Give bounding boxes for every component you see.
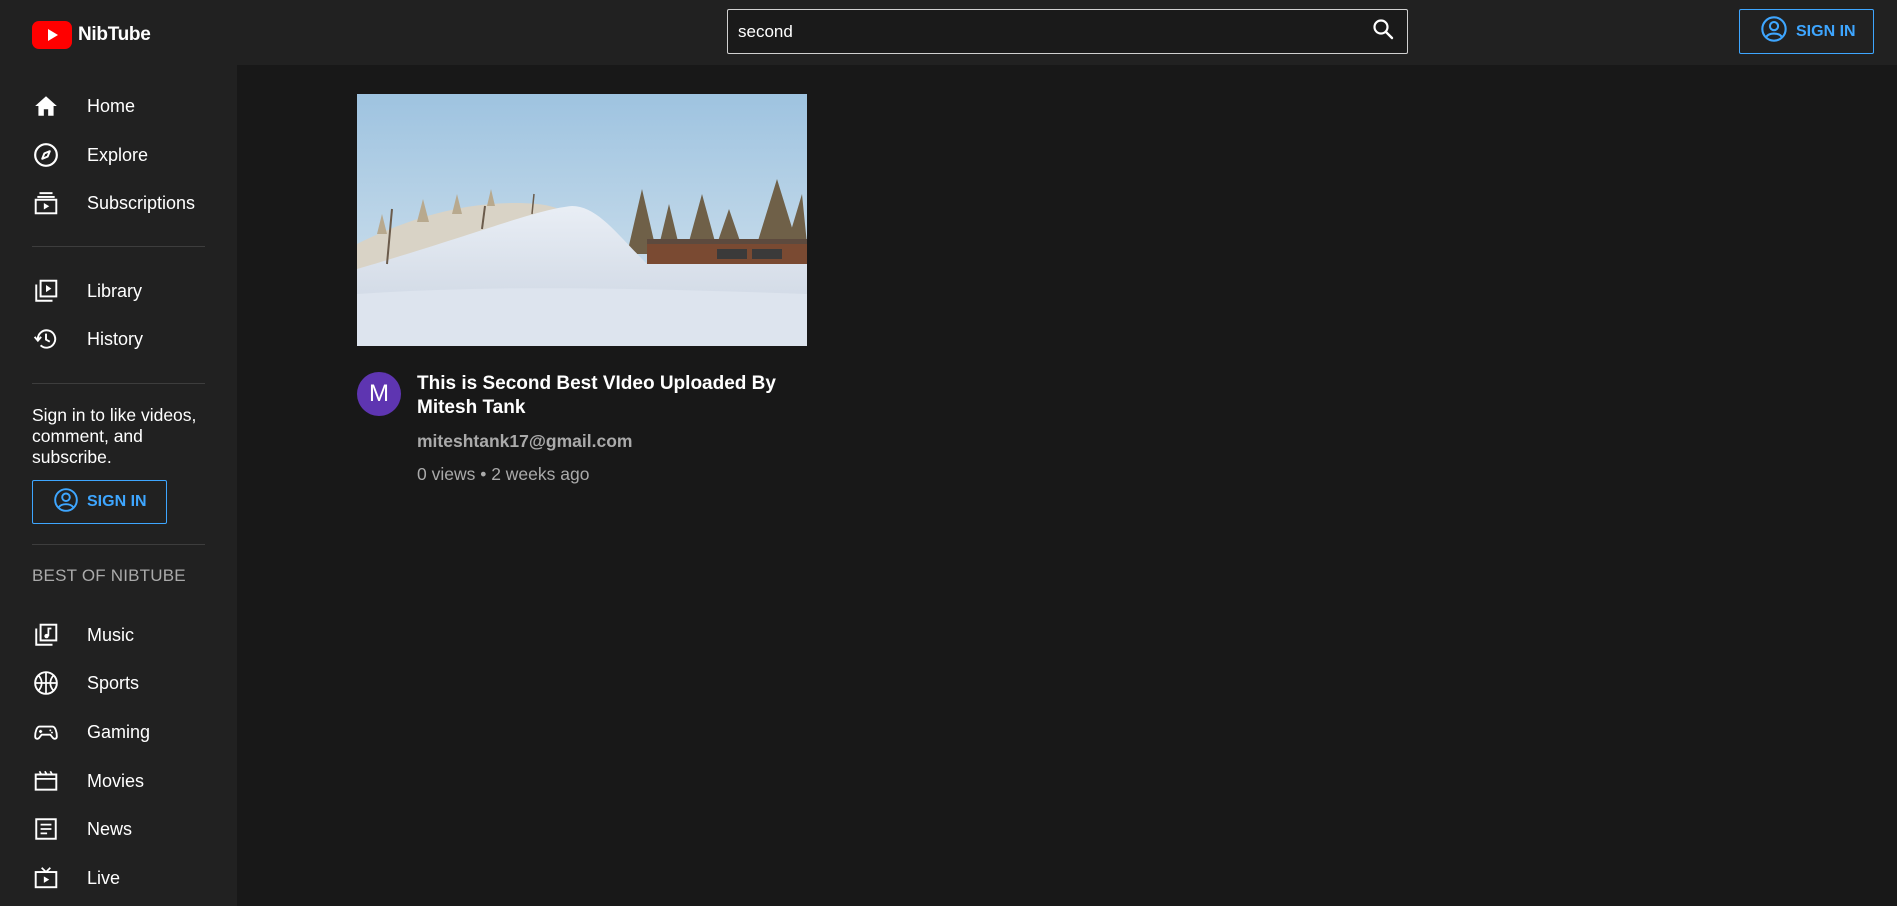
sidebar-item-label: Explore xyxy=(87,144,149,165)
avatar-letter: M xyxy=(369,380,389,407)
compass-icon xyxy=(32,141,60,169)
sign-in-label: SIGN IN xyxy=(1796,22,1856,40)
sidebar: NibTube Home Explore Subscriptions Libra… xyxy=(0,0,237,906)
sports-icon xyxy=(32,669,60,697)
sidebar-item-library[interactable]: Library xyxy=(32,275,222,307)
sidebar-item-home[interactable]: Home xyxy=(32,90,222,122)
app-name: NibTube xyxy=(78,24,151,45)
account-circle-icon xyxy=(53,487,79,518)
section-title: BEST OF NIBTUBE xyxy=(32,566,186,585)
sidebar-item-label: Subscriptions xyxy=(87,192,196,213)
sidebar-sign-in-button[interactable]: SIGN IN xyxy=(32,480,167,524)
sidebar-item-label: Sports xyxy=(87,672,140,693)
sidebar-item-history[interactable]: History xyxy=(32,323,222,355)
sidebar-item-label: Gaming xyxy=(87,721,151,742)
sidebar-item-live[interactable]: Live xyxy=(32,862,222,894)
video-thumbnail[interactable] xyxy=(357,94,807,346)
sidebar-item-explore[interactable]: Explore xyxy=(32,139,222,171)
sidebar-item-label: Home xyxy=(87,95,136,116)
sidebar-divider xyxy=(32,246,205,247)
sidebar-item-label: News xyxy=(87,818,133,839)
video-meta: 0 views • 2 weeks ago xyxy=(417,464,590,484)
sidebar-item-sports[interactable]: Sports xyxy=(32,667,222,699)
sidebar-item-gaming[interactable]: Gaming xyxy=(32,716,222,748)
sidebar-item-music[interactable]: Music xyxy=(32,619,222,651)
sidebar-item-label: Music xyxy=(87,624,135,645)
sidebar-item-label: History xyxy=(87,328,144,349)
music-icon xyxy=(32,621,60,649)
sidebar-item-movies[interactable]: Movies xyxy=(32,765,222,797)
search-button[interactable] xyxy=(1359,10,1407,53)
history-icon xyxy=(32,325,60,353)
movies-icon xyxy=(32,767,60,795)
home-icon xyxy=(32,92,60,120)
sidebar-divider xyxy=(32,383,205,384)
account-circle-icon xyxy=(1760,15,1788,48)
header-sign-in-button[interactable]: SIGN IN xyxy=(1739,9,1874,54)
sidebar-item-subscriptions[interactable]: Subscriptions xyxy=(32,187,222,219)
live-icon xyxy=(32,864,60,892)
sign-in-label: SIGN IN xyxy=(87,493,147,510)
signin-prompt: Sign in to like videos, comment, and sub… xyxy=(32,405,197,467)
library-icon xyxy=(32,277,60,305)
search-input[interactable] xyxy=(728,10,1359,53)
video-title[interactable]: This is Second Best VIdeo Uploaded By Mi… xyxy=(417,372,807,420)
avatar[interactable]: M xyxy=(357,372,401,416)
sidebar-item-news[interactable]: News xyxy=(32,813,222,845)
subscriptions-icon xyxy=(32,189,60,217)
gaming-icon xyxy=(32,718,60,746)
sidebar-item-label: Library xyxy=(87,280,143,301)
sidebar-item-label: Live xyxy=(87,867,121,888)
sidebar-item-label: Movies xyxy=(87,770,145,791)
search-icon xyxy=(1371,17,1395,46)
search-box xyxy=(727,9,1408,54)
channel-name[interactable]: miteshtank17@gmail.com xyxy=(417,431,632,452)
news-icon xyxy=(32,815,60,843)
nibtube-logo[interactable]: NibTube xyxy=(32,20,151,50)
sidebar-divider xyxy=(32,544,205,545)
play-logo-icon xyxy=(32,21,72,49)
